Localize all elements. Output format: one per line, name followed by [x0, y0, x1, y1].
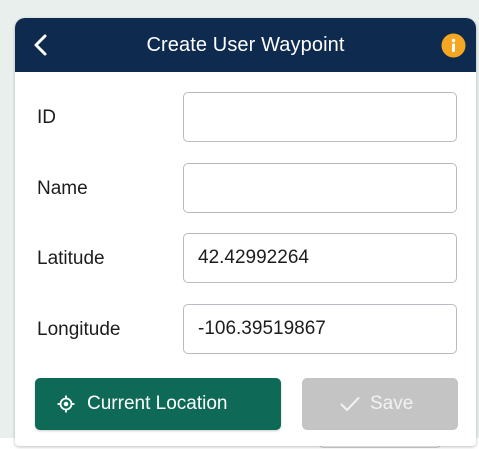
back-button[interactable] [27, 30, 57, 60]
id-label: ID [37, 107, 56, 128]
current-location-button[interactable]: Current Location [35, 378, 281, 430]
info-icon [441, 33, 466, 58]
location-target-icon [57, 395, 75, 413]
longitude-label: Longitude [37, 319, 121, 340]
info-button[interactable] [441, 33, 466, 58]
id-field[interactable] [183, 92, 457, 142]
chevron-left-icon [27, 30, 57, 60]
name-field[interactable] [183, 163, 457, 213]
longitude-field[interactable] [183, 304, 457, 354]
latitude-field[interactable] [183, 233, 457, 283]
latitude-label: Latitude [37, 248, 105, 269]
current-location-label: Current Location [87, 393, 228, 414]
dialog-header: Create User Waypoint [15, 18, 476, 72]
save-label: Save [370, 393, 414, 414]
save-button[interactable]: Save [302, 378, 458, 430]
create-waypoint-dialog: Create User Waypoint ID Name Latitude Lo… [15, 18, 476, 446]
dialog-title: Create User Waypoint [146, 34, 345, 56]
checkmark-icon [340, 396, 360, 412]
name-label: Name [37, 178, 88, 199]
